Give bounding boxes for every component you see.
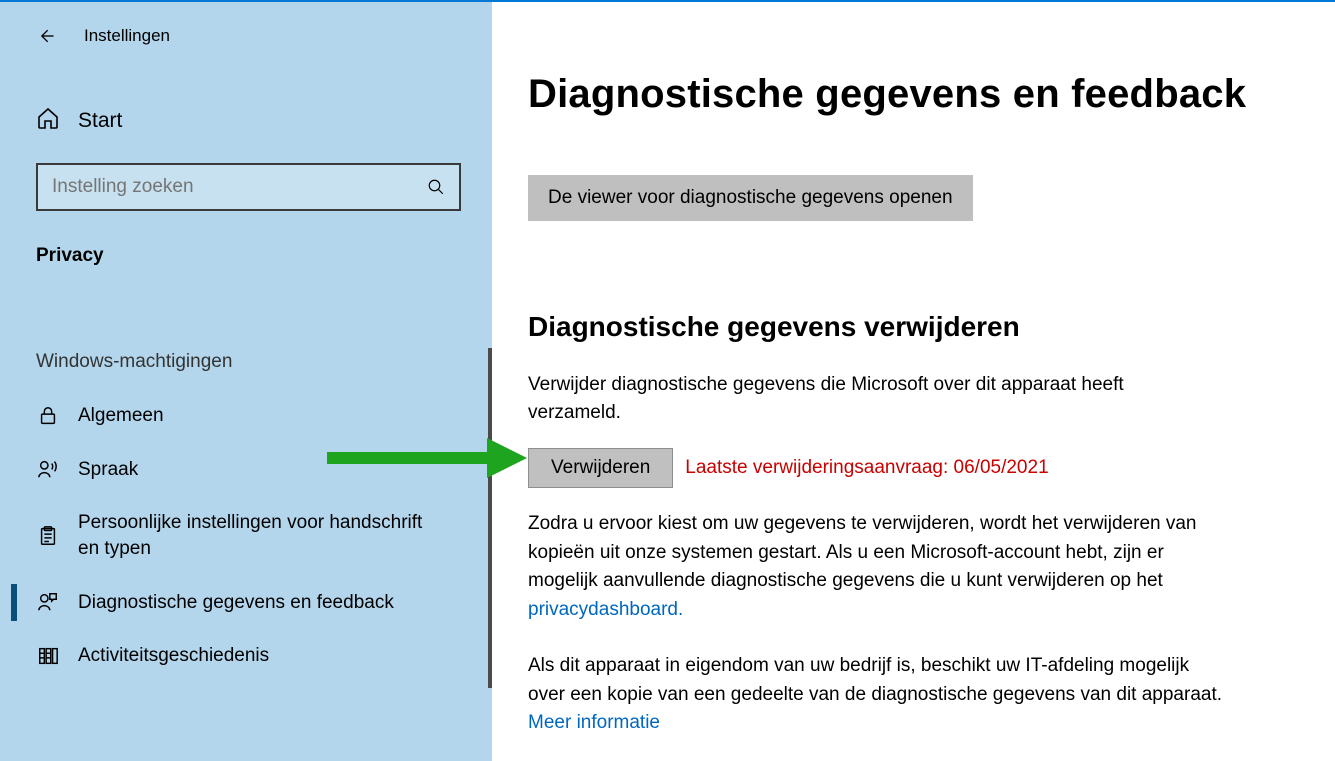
delete-intro-text: Verwijder diagnostische gegevens die Mic…: [528, 371, 1218, 426]
delete-row: Verwijderen Laatste verwijderingsaanvraa…: [528, 448, 1275, 488]
sidebar-item-label: Algemeen: [78, 403, 164, 429]
sidebar-item-label: Activiteitsgeschiedenis: [78, 643, 269, 669]
sidebar-header: Instellingen: [0, 2, 492, 70]
open-viewer-button[interactable]: De viewer voor diagnostische gegevens op…: [528, 175, 973, 221]
lock-icon: [36, 405, 60, 427]
app-title: Instellingen: [84, 26, 170, 46]
start-label: Start: [78, 109, 122, 133]
delete-body-1: Zodra u ervoor kiest om uw gegevens te v…: [528, 510, 1228, 624]
clipboard-icon: [36, 525, 60, 547]
content: Diagnostische gegevens en feedback De vi…: [492, 2, 1335, 761]
delete-body-2: Als dit apparaat in eigendom van uw bedr…: [528, 652, 1228, 738]
search-wrap: [0, 163, 492, 211]
sidebar-item-label: Diagnostische gegevens en feedback: [78, 590, 394, 616]
sidebar-item-label: Persoonlijke instellingen voor handschri…: [78, 510, 438, 561]
search-box[interactable]: [36, 163, 461, 211]
delete-button[interactable]: Verwijderen: [528, 448, 673, 488]
settings-window: Instellingen Start Privacy Windows-macht…: [0, 0, 1335, 761]
delete-section-heading: Diagnostische gegevens verwijderen: [528, 311, 1275, 343]
last-delete-request-text: Laatste verwijderingsaanvraag: 06/05/202…: [685, 457, 1048, 479]
speech-icon: [36, 458, 60, 480]
sidebar-group-label: Windows-machtigingen: [0, 351, 492, 373]
back-icon[interactable]: [36, 26, 56, 46]
sidebar-item-inking[interactable]: Persoonlijke instellingen voor handschri…: [0, 496, 492, 575]
search-icon: [427, 178, 445, 196]
feedback-icon: [36, 591, 60, 613]
sidebar-item-activity[interactable]: Activiteitsgeschiedenis: [0, 629, 492, 683]
home-icon: [36, 106, 60, 135]
sidebar-scrollbar-thumb[interactable]: [488, 348, 492, 688]
activity-icon: [36, 645, 60, 667]
sidebar-start[interactable]: Start: [0, 106, 492, 135]
more-info-link[interactable]: Meer informatie: [528, 712, 660, 733]
privacy-dashboard-link[interactable]: privacydashboard.: [528, 599, 683, 620]
sidebar-section-label: Privacy: [0, 245, 492, 267]
sidebar-item-diagnostics[interactable]: Diagnostische gegevens en feedback: [0, 576, 492, 630]
sidebar-item-general[interactable]: Algemeen: [0, 389, 492, 443]
sidebar-item-label: Spraak: [78, 457, 138, 483]
body2-text: Als dit apparaat in eigendom van uw bedr…: [528, 655, 1222, 705]
sidebar-item-speech[interactable]: Spraak: [0, 443, 492, 497]
body1-text: Zodra u ervoor kiest om uw gegevens te v…: [528, 513, 1197, 591]
page-title: Diagnostische gegevens en feedback: [528, 72, 1275, 117]
sidebar: Instellingen Start Privacy Windows-macht…: [0, 2, 492, 761]
search-input[interactable]: [52, 176, 427, 198]
